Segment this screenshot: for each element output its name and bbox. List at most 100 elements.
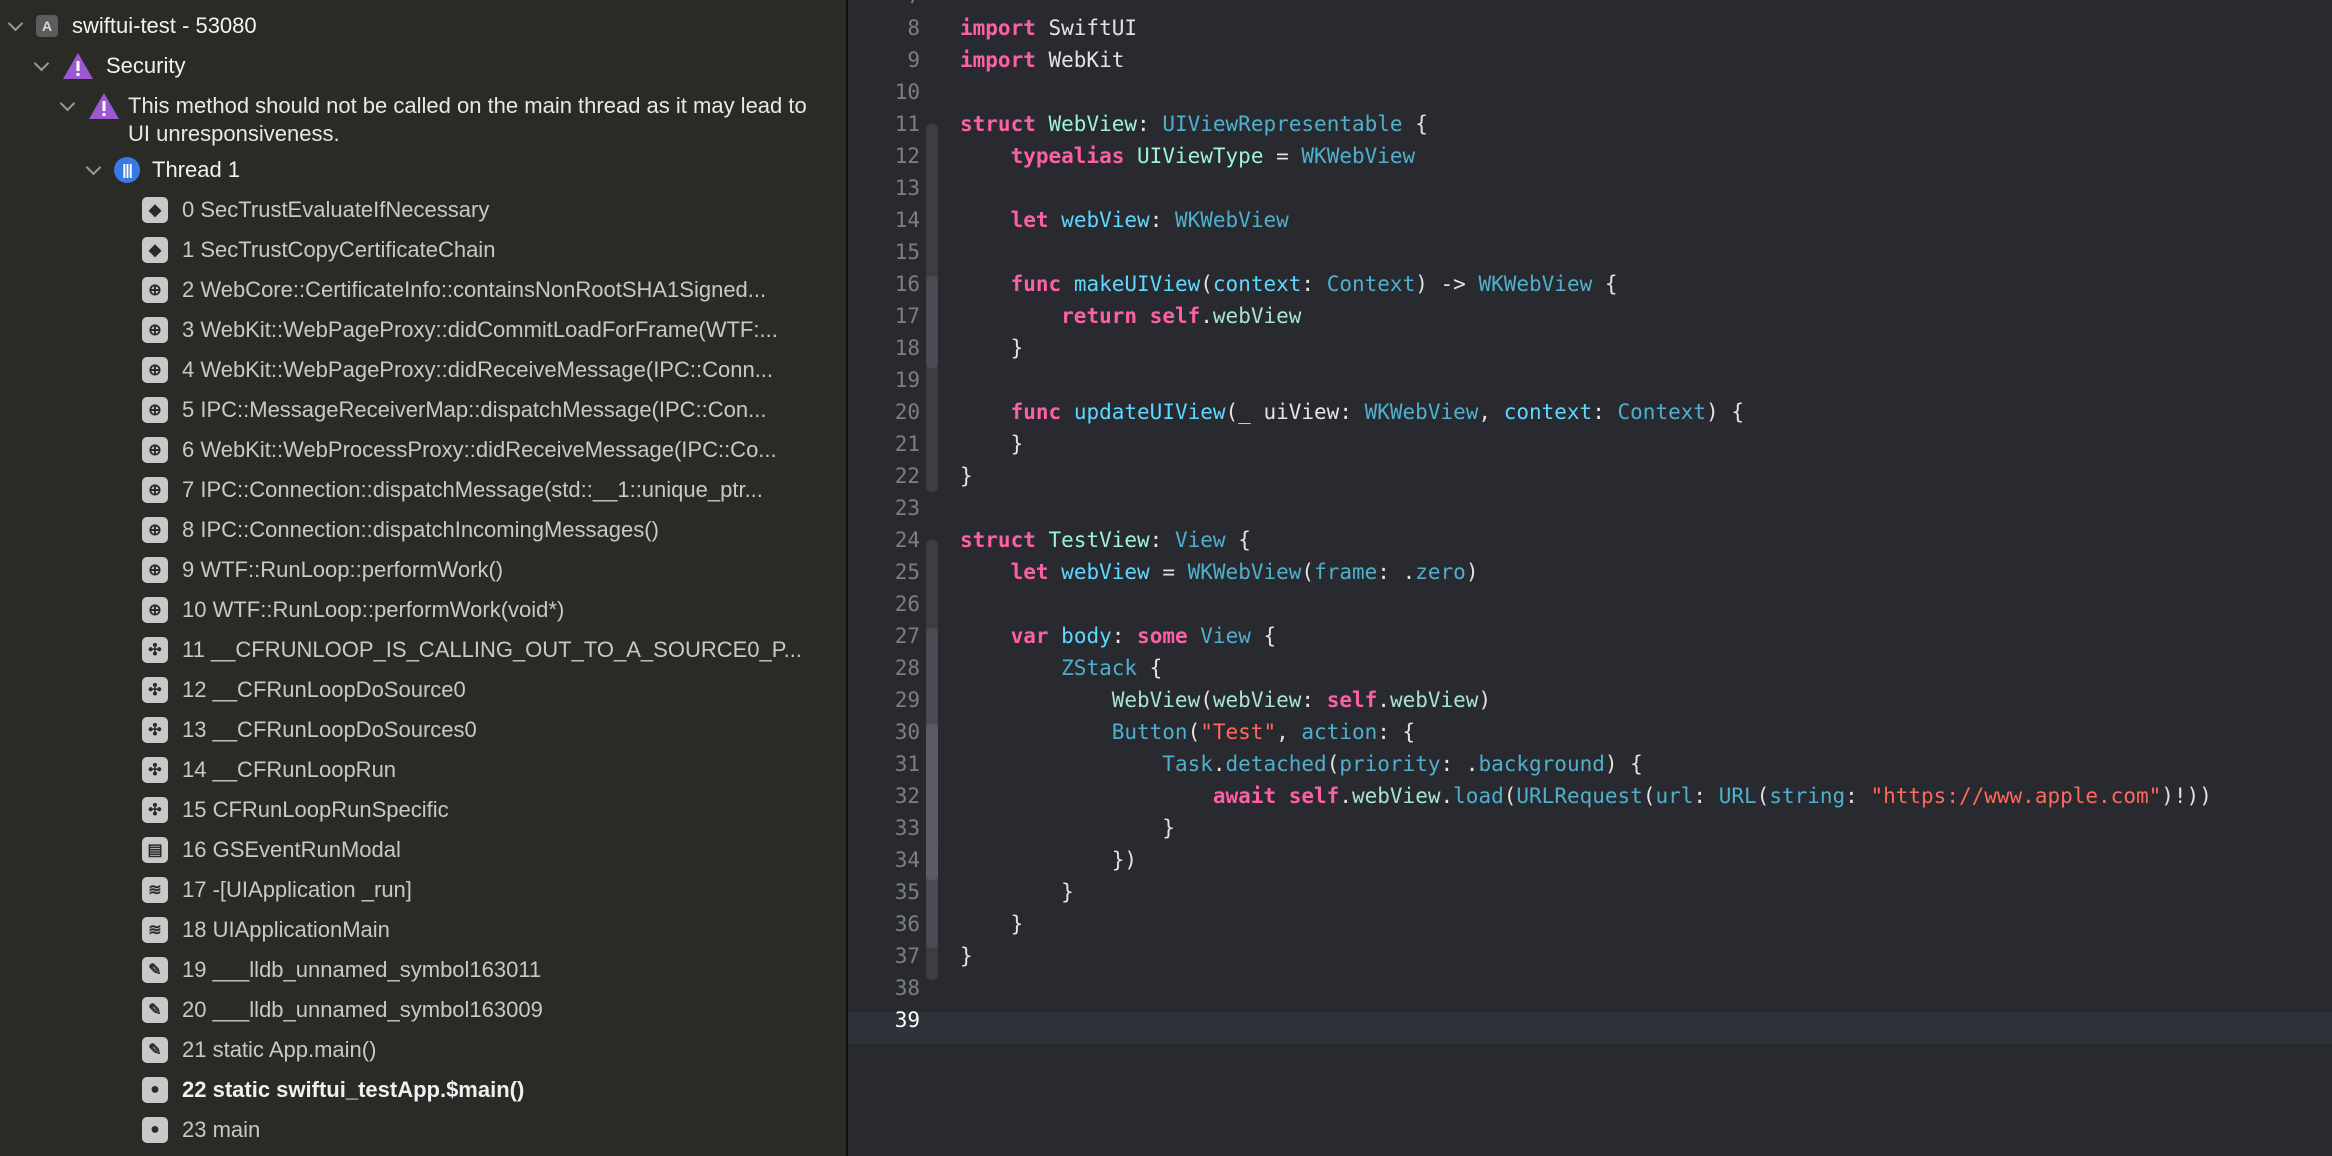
stack-frame-row[interactable]: ▤ 16 GSEventRunModal: [142, 830, 401, 870]
globe-icon: ⊕: [142, 557, 168, 583]
code-line[interactable]: 15: [848, 236, 2332, 268]
line-number: 20: [894, 400, 920, 424]
issue-row[interactable]: [60, 86, 132, 126]
code-line[interactable]: 38: [848, 972, 2332, 1004]
code-line[interactable]: 22}: [848, 460, 2332, 492]
code-line[interactable]: 13: [848, 172, 2332, 204]
stack-frame-row[interactable]: ⊕ 9 WTF::RunLoop::performWork(): [142, 550, 503, 590]
code-line[interactable]: 21 }: [848, 428, 2332, 460]
code-text: }: [960, 816, 1175, 840]
stack-frame-row[interactable]: ⊕ 2 WebCore::CertificateInfo::containsNon…: [142, 270, 766, 310]
stack-frame-row[interactable]: ⊕ 8 IPC::Connection::dispatchIncomingMess…: [142, 510, 659, 550]
code-line[interactable]: 26: [848, 588, 2332, 620]
stack-frame-row[interactable]: ⊕ 6 WebKit::WebProcessProxy::didReceiveMe…: [142, 430, 777, 470]
stack-frame-row[interactable]: ✣ 14 __CFRunLoopRun: [142, 750, 396, 790]
code-line[interactable]: 8 import SwiftUI: [848, 12, 2332, 44]
stack-frame-label: 6 WebKit::WebProcessProxy::didReceiveMes…: [182, 437, 777, 462]
stack-frame-row[interactable]: ● 22 static swiftui_testApp.$main(): [142, 1070, 524, 1110]
code-line[interactable]: 12 typealias UIViewType = WKWebView: [848, 140, 2332, 172]
code-text: ZStack {: [1061, 656, 1163, 680]
code-line[interactable]: 18 }: [848, 332, 2332, 364]
code-line[interactable]: 28 ZStack {: [848, 652, 2332, 684]
stack-frame-row[interactable]: ⊕ 7 IPC::Connection::dispatchMessage(std:…: [142, 470, 763, 510]
code-line[interactable]: 29 WebView(webView: self.webView): [848, 684, 2332, 716]
chevron-down-icon[interactable]: [8, 18, 24, 34]
stack-frame-label: 17 -[UIApplication _run]: [182, 877, 412, 902]
code-line[interactable]: 11 struct WebView: UIViewRepresentable {: [848, 108, 2332, 140]
thread-row[interactable]: ||| Thread 1: [86, 150, 240, 190]
stack-frame-row[interactable]: ✣ 11 __CFRUNLOOP_IS_CALLING_OUT_TO_A_SOUR…: [142, 630, 802, 670]
category-row[interactable]: Security: [34, 46, 185, 86]
code-line[interactable]: 31 Task.detached(priority: .background) …: [848, 748, 2332, 780]
line-number: 28: [894, 656, 920, 680]
code-line[interactable]: 27 var body: some View {: [848, 620, 2332, 652]
stack-frame-row[interactable]: ✎ 19 ___lldb_unnamed_symbol163011: [142, 950, 541, 990]
stack-frame-row[interactable]: ⊕ 3 WebKit::WebPageProxy::didCommitLoadFo…: [142, 310, 778, 350]
stack-frame-row[interactable]: ✣ 15 CFRunLoopRunSpecific: [142, 790, 449, 830]
line-number: 23: [894, 496, 920, 520]
code-line[interactable]: 19: [848, 364, 2332, 396]
stack-frame-row[interactable]: ≋ 17 -[UIApplication _run]: [142, 870, 412, 910]
code-text: var body: some View {: [1010, 624, 1277, 648]
code-line[interactable]: 16 func makeUIView(context: Context) -> …: [848, 268, 2332, 300]
code-editor[interactable]: 7 8 import SwiftUI 9 import WebKit 10 11 struct…: [848, 0, 2332, 1156]
code-line[interactable]: 35 }: [848, 876, 2332, 908]
code-line[interactable]: 9 import WebKit: [848, 44, 2332, 76]
code-line[interactable]: 39: [848, 1004, 2332, 1036]
issue-message: This method should not be called on the …: [128, 93, 807, 146]
line-number: 16: [894, 272, 920, 296]
layers-icon: ≋: [142, 877, 168, 903]
line-number: 31: [894, 752, 920, 776]
chevron-down-icon[interactable]: [60, 98, 76, 114]
code-line[interactable]: 23: [848, 492, 2332, 524]
gear-icon: ✣: [142, 797, 168, 823]
shield-icon: ◆: [142, 197, 168, 223]
code-line[interactable]: 24 struct TestView: View {: [848, 524, 2332, 556]
chevron-down-icon[interactable]: [86, 162, 102, 178]
stack-frame-row[interactable]: ◆ 0 SecTrustEvaluateIfNecessary: [142, 190, 489, 230]
stack-frame-row[interactable]: ⊕ 4 WebKit::WebPageProxy::didReceiveMessa…: [142, 350, 773, 390]
gear-icon: ✣: [142, 757, 168, 783]
code-line[interactable]: 14 let webView: WKWebView: [848, 204, 2332, 236]
stack-frame-row[interactable]: ◆ 1 SecTrustCopyCertificateChain: [142, 230, 495, 270]
code-text: await self.webView.load(URLRequest(url: …: [1212, 784, 2212, 808]
stack-frame-label: 5 IPC::MessageReceiverMap::dispatchMessa…: [182, 397, 767, 422]
code-line[interactable]: 32 await self.webView.load(URLRequest(ur…: [848, 780, 2332, 812]
gear-icon: ✣: [142, 637, 168, 663]
code-line[interactable]: 30 Button("Test", action: {: [848, 716, 2332, 748]
code-line[interactable]: 37}: [848, 940, 2332, 972]
code-line[interactable]: 25 let webView = WKWebView(frame: .zero): [848, 556, 2332, 588]
code-line[interactable]: 34 }): [848, 844, 2332, 876]
line-number: 25: [894, 560, 920, 584]
stack-frame-label: 12 __CFRunLoopDoSource0: [182, 677, 466, 702]
code-text: import WebKit: [960, 48, 1125, 72]
stack-frame-row[interactable]: ⊕ 5 IPC::MessageReceiverMap::dispatchMess…: [142, 390, 766, 430]
code-text: }: [960, 464, 973, 488]
line-number: 19: [894, 368, 920, 392]
line-number: 21: [894, 432, 920, 456]
line-number: 22: [894, 464, 920, 488]
code-text: struct WebView: UIViewRepresentable {: [960, 112, 1428, 136]
code-line[interactable]: 20 func updateUIView(_ uiView: WKWebView…: [848, 396, 2332, 428]
stack-frame-row[interactable]: ✣ 12 __CFRunLoopDoSource0: [142, 670, 466, 710]
code-text: }: [960, 432, 1024, 456]
line-number: 35: [894, 880, 920, 904]
stack-frame-row[interactable]: ● 23 main: [142, 1110, 260, 1150]
code-line[interactable]: 10: [848, 76, 2332, 108]
brush-icon: ✎: [142, 1037, 168, 1063]
shield-icon: ◆: [142, 237, 168, 263]
chevron-down-icon[interactable]: [34, 58, 50, 74]
code-line[interactable]: 33 }: [848, 812, 2332, 844]
stack-frame-row[interactable]: ⊕ 10 WTF::RunLoop::performWork(void*): [142, 590, 564, 630]
thread-icon: |||: [114, 157, 140, 183]
toolbox-icon: ▤: [142, 837, 168, 863]
stack-frame-row[interactable]: ✎ 20 ___lldb_unnamed_symbol163009: [142, 990, 543, 1030]
stack-frame-row[interactable]: ✎ 21 static App.main(): [142, 1030, 376, 1070]
code-line[interactable]: 7: [848, 0, 2332, 12]
line-number: 18: [894, 336, 920, 360]
code-line[interactable]: 36 }: [848, 908, 2332, 940]
stack-frame-row[interactable]: ✣ 13 __CFRunLoopDoSources0: [142, 710, 477, 750]
stack-frame-row[interactable]: ≋ 18 UIApplicationMain: [142, 910, 390, 950]
code-line[interactable]: 17 return self.webView: [848, 300, 2332, 332]
project-row[interactable]: A swiftui-test - 53080: [8, 6, 257, 46]
